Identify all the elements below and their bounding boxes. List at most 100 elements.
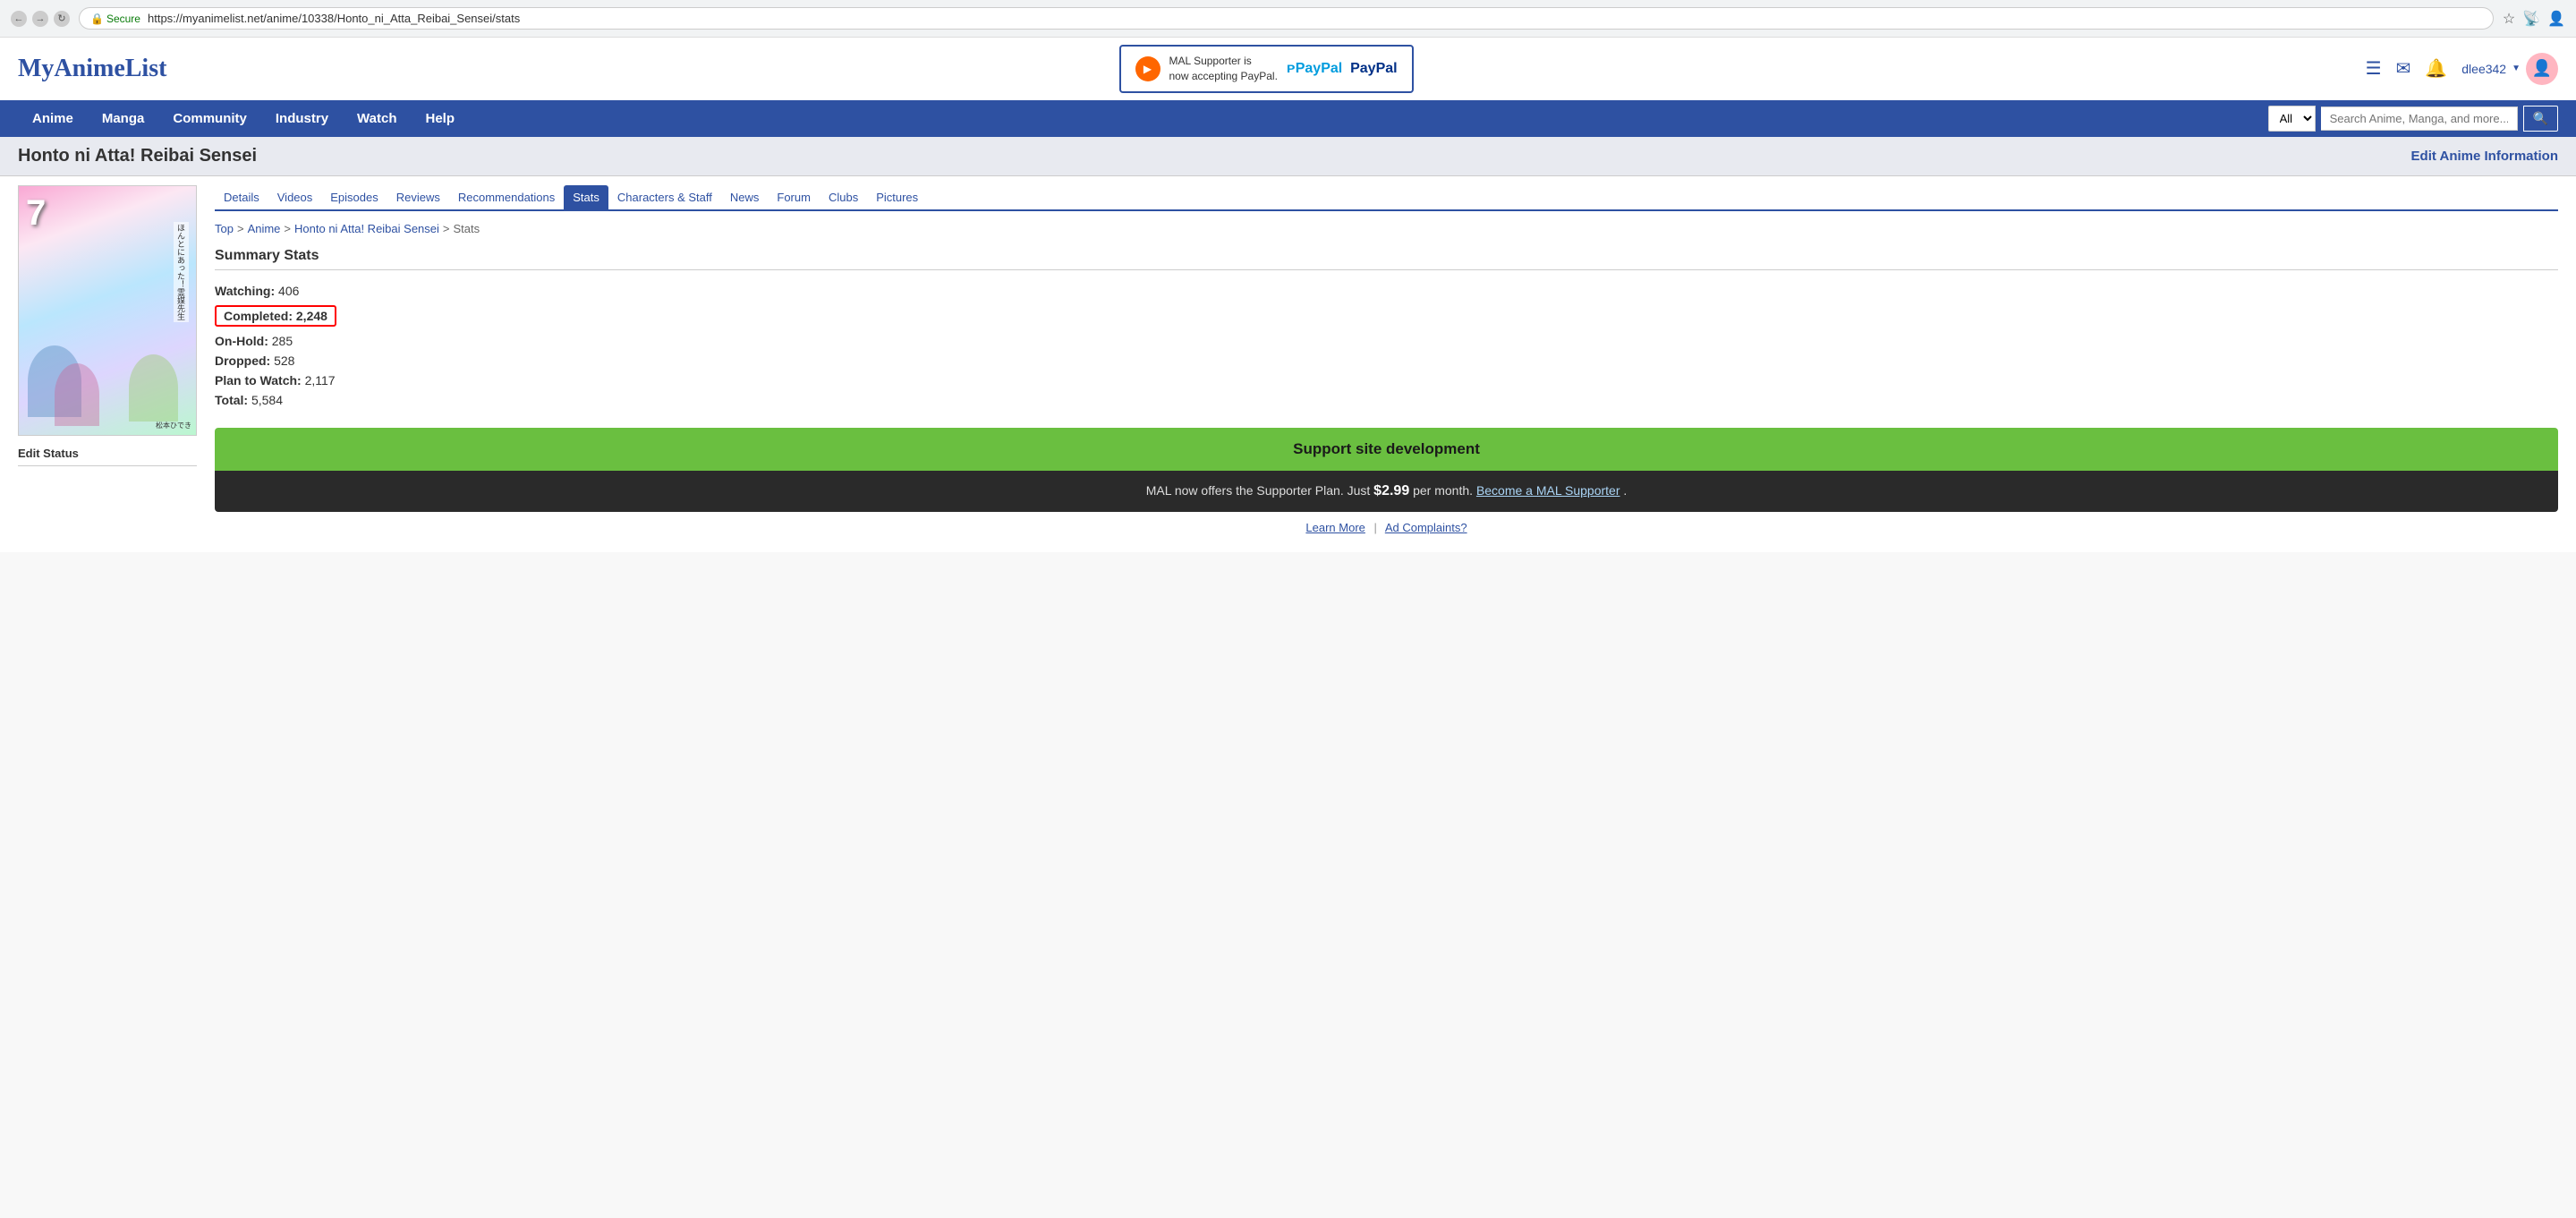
dropdown-icon: ▼ <box>2512 64 2521 73</box>
tab-news[interactable]: News <box>721 185 769 209</box>
content-area: 7 ほんとにあった！霊媒先生 松本ひでき Edit Status Detai <box>0 176 2576 552</box>
page-title: Honto ni Atta! Reibai Sensei <box>18 146 257 166</box>
tab-details[interactable]: Details <box>215 185 268 209</box>
breadcrumb-top[interactable]: Top <box>215 222 234 235</box>
address-url: https://myanimelist.net/anime/10338/Hont… <box>148 12 2482 25</box>
search-category-select[interactable]: All <box>2268 106 2316 132</box>
breadcrumb-sep-1: > <box>237 222 244 235</box>
breadcrumb-anime[interactable]: Anime <box>248 222 281 235</box>
page: MyAnimeList ▶ MAL Supporter is now accep… <box>0 38 2576 552</box>
dropped-value: 528 <box>274 353 294 368</box>
profile-button[interactable]: 👤 <box>2547 10 2565 28</box>
nav-manga[interactable]: Manga <box>88 100 159 137</box>
ad-bottom-suffix: . <box>1623 483 1627 498</box>
user-menu[interactable]: dlee342 ▼ 👤 <box>2461 53 2558 85</box>
stat-row-completed: Completed: 2,248 <box>215 305 336 327</box>
site-header: MyAnimeList ▶ MAL Supporter is now accep… <box>0 38 2576 100</box>
breadcrumb-current: Stats <box>454 222 480 235</box>
message-icon[interactable]: ✉ <box>2396 57 2411 80</box>
banner-text: MAL Supporter is now accepting PayPal. <box>1169 54 1278 84</box>
tab-stats[interactable]: Stats <box>564 185 608 209</box>
onhold-label: On-Hold: <box>215 334 268 348</box>
total-value: 5,584 <box>251 393 283 407</box>
edit-status-label: Edit Status <box>18 447 197 460</box>
edit-status-divider <box>18 465 197 466</box>
ad-bottom-mid: per month. <box>1413 483 1476 498</box>
refresh-button[interactable]: ↻ <box>54 11 70 27</box>
search-input[interactable] <box>2321 106 2518 131</box>
play-icon: ▶ <box>1135 56 1160 81</box>
browser-chrome: ← → ↻ 🔒 Secure https://myanimelist.net/a… <box>0 0 2576 38</box>
breadcrumb-sep-2: > <box>284 222 291 235</box>
nav-industry[interactable]: Industry <box>261 100 343 137</box>
tab-recommendations[interactable]: Recommendations <box>449 185 564 209</box>
browser-buttons: ← → ↻ <box>11 11 70 27</box>
tab-clubs[interactable]: Clubs <box>820 185 867 209</box>
secure-badge: 🔒 Secure <box>90 13 140 25</box>
anime-cover-art: 7 ほんとにあった！霊媒先生 松本ひでき <box>19 186 196 435</box>
stat-row-completed-wrapper: Completed: 2,248 <box>215 303 2558 328</box>
ad-cta-link[interactable]: Become a MAL Supporter <box>1476 483 1620 498</box>
stat-row-dropped: Dropped: 528 <box>215 351 2558 371</box>
nav-watch[interactable]: Watch <box>343 100 411 137</box>
cover-text-jp: ほんとにあった！霊媒先生 <box>174 222 189 322</box>
banner-line1: MAL Supporter is <box>1169 54 1278 69</box>
header-right: ☰ ✉ 🔔 dlee342 ▼ 👤 <box>2366 53 2558 85</box>
ad-banner: Support site development MAL now offers … <box>215 428 2558 512</box>
edit-anime-link[interactable]: Edit Anime Information <box>2411 149 2558 164</box>
menu-icon[interactable]: ☰ <box>2366 57 2382 80</box>
anime-cover: 7 ほんとにあった！霊媒先生 松本ひでき <box>18 185 197 436</box>
char-shape-2 <box>55 363 99 426</box>
completed-value: 2,248 <box>296 309 327 323</box>
forward-button[interactable]: → <box>32 11 48 27</box>
breadcrumb: Top > Anime > Honto ni Atta! Reibai Sens… <box>215 222 2558 235</box>
content-tabs: Details Videos Episodes Reviews Recommen… <box>215 185 2558 211</box>
plantowatch-value: 2,117 <box>305 373 336 388</box>
watching-label: Watching: <box>215 284 275 298</box>
user-avatar: 👤 <box>2526 53 2558 85</box>
user-name: dlee342 <box>2461 62 2506 76</box>
stat-row-plantowatch: Plan to Watch: 2,117 <box>215 371 2558 390</box>
ad-banner-top: Support site development <box>215 428 2558 471</box>
tab-characters-staff[interactable]: Characters & Staff <box>608 185 721 209</box>
banner-line2: now accepting PayPal. <box>1169 69 1278 84</box>
search-button[interactable]: 🔍 <box>2523 106 2558 132</box>
back-button[interactable]: ← <box>11 11 27 27</box>
completed-label: Completed: <box>224 309 293 323</box>
tab-reviews[interactable]: Reviews <box>387 185 449 209</box>
tab-forum[interactable]: Forum <box>768 185 820 209</box>
page-title-bar: Honto ni Atta! Reibai Sensei Edit Anime … <box>0 137 2576 176</box>
ad-complaints-link[interactable]: Ad Complaints? <box>1385 521 1467 534</box>
edit-status-section: Edit Status <box>18 447 197 466</box>
header-banner: ▶ MAL Supporter is now accepting PayPal.… <box>1119 45 1414 93</box>
ad-banner-top-text: Support site development <box>1293 440 1480 457</box>
nav-search: All 🔍 <box>2268 106 2558 132</box>
nav-help[interactable]: Help <box>412 100 470 137</box>
sidebar: 7 ほんとにあった！霊媒先生 松本ひでき Edit Status <box>18 185 197 543</box>
tab-videos[interactable]: Videos <box>268 185 322 209</box>
star-button[interactable]: ☆ <box>2503 10 2515 28</box>
cast-button[interactable]: 📡 <box>2522 10 2540 28</box>
nav-anime[interactable]: Anime <box>18 100 88 137</box>
address-bar[interactable]: 🔒 Secure https://myanimelist.net/anime/1… <box>79 7 2494 30</box>
footer-separator: | <box>1374 521 1377 534</box>
ad-bottom-prefix: MAL now offers the Supporter Plan. Just <box>1146 483 1373 498</box>
browser-actions: ☆ 📡 👤 <box>2503 10 2565 28</box>
notification-icon[interactable]: 🔔 <box>2425 57 2447 80</box>
char-shape-3 <box>129 354 178 422</box>
main-nav: Anime Manga Community Industry Watch Hel… <box>0 100 2576 137</box>
learn-more-link[interactable]: Learn More <box>1305 521 1365 534</box>
stats-section: Summary Stats Watching: 406 Completed: 2… <box>215 248 2558 410</box>
tab-episodes[interactable]: Episodes <box>321 185 387 209</box>
site-logo[interactable]: MyAnimeList <box>18 55 166 83</box>
nav-community[interactable]: Community <box>158 100 261 137</box>
breadcrumb-series[interactable]: Honto ni Atta! Reibai Sensei <box>294 222 439 235</box>
ad-banner-bottom: MAL now offers the Supporter Plan. Just … <box>215 471 2558 512</box>
breadcrumb-sep-3: > <box>443 222 450 235</box>
tab-pictures[interactable]: Pictures <box>867 185 927 209</box>
onhold-value: 285 <box>272 334 293 348</box>
total-label: Total: <box>215 393 248 407</box>
stat-row-total: Total: 5,584 <box>215 390 2558 410</box>
ad-footer: Learn More | Ad Complaints? <box>215 512 2558 543</box>
stat-row-watching: Watching: 406 <box>215 281 2558 301</box>
